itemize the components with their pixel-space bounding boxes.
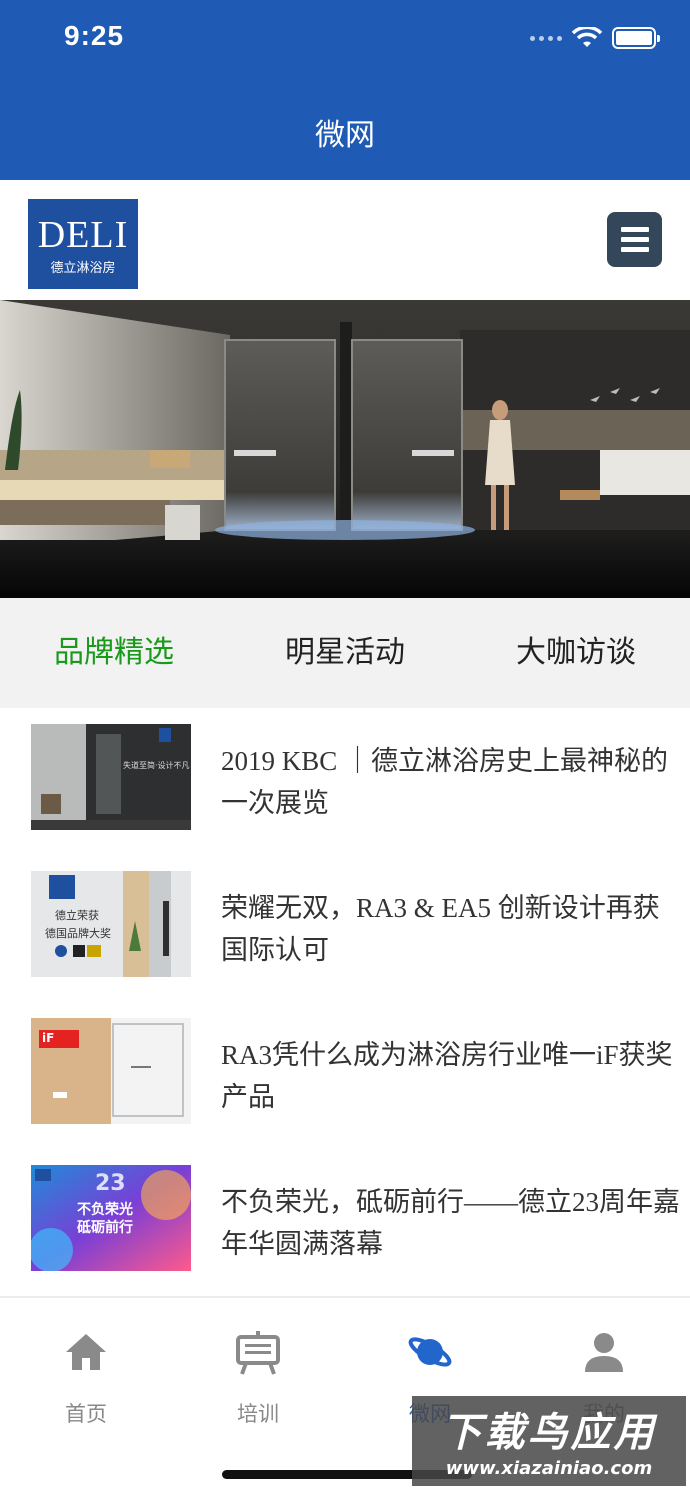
hero-banner[interactable] <box>0 300 690 598</box>
nav-title: 微网 <box>315 118 375 153</box>
thumbnail-text-1: 不负荣光 <box>77 1202 133 1218</box>
article-thumbnail: 德立荣获 德国品牌大奖 <box>31 871 191 977</box>
if-badge: iF <box>42 1031 55 1045</box>
thumbnail-text-1: 德立荣获 <box>55 909 99 922</box>
thumbnail-text-2: 德国品牌大奖 <box>45 927 111 940</box>
article-thumbnail: 23 不负荣光 砥砺前行 <box>31 1165 191 1271</box>
tab-brand-selection[interactable]: 品牌精选 <box>54 598 174 708</box>
tab-training-label: 培训 <box>237 1402 279 1426</box>
thumbnail-text-2: 砥砺前行 <box>77 1220 133 1236</box>
tab-training[interactable]: 培训 <box>198 1328 318 1428</box>
wifi-icon <box>572 27 602 47</box>
easel-icon <box>236 1331 280 1375</box>
person-icon <box>585 1333 623 1372</box>
tab-home[interactable]: 首页 <box>26 1328 146 1428</box>
logo-word: DELI <box>37 214 129 256</box>
status-bar: 9:25 <box>0 0 690 80</box>
article-title: 荣耀无双，RA3 & EA5 创新设计再获国际认可 <box>221 893 660 965</box>
status-time: 9:25 <box>64 20 125 51</box>
list-item[interactable]: 23 不负荣光 砥砺前行 不负荣光，砥砺前行——德立23周年嘉年华圆满落幕 <box>0 1149 690 1296</box>
status-icons <box>530 26 660 50</box>
hero-image <box>0 300 690 598</box>
article-title: RA3凭什么成为淋浴房行业唯一iF获奖产品 <box>221 1040 673 1112</box>
article-title: 不负荣光，砥砺前行——德立23周年嘉年华圆满落幕 <box>221 1187 680 1259</box>
tab-home-label: 首页 <box>65 1402 107 1426</box>
menu-icon <box>620 227 649 232</box>
article-thumbnail: iF <box>31 1018 191 1124</box>
planet-icon <box>408 1337 452 1367</box>
watermark-title: 下载鸟应用 <box>441 1410 657 1456</box>
tab-star-events[interactable]: 明星活动 <box>285 598 405 708</box>
watermark-url: www.xiazainiao.com <box>445 1458 653 1479</box>
article-thumbnail: 失道至简·设计不凡 <box>31 724 191 830</box>
deli-logo[interactable]: DELI 德立淋浴房 <box>28 199 138 289</box>
home-icon <box>66 1334 106 1370</box>
signal-dots-icon <box>530 35 562 41</box>
article-title: 2019 KBC ｜德立淋浴房史上最神秘的一次展览 <box>221 746 669 818</box>
list-item[interactable]: iF RA3凭什么成为淋浴房行业唯一iF获奖产品 <box>0 1002 690 1149</box>
battery-icon <box>612 27 660 49</box>
tab-expert-interviews[interactable]: 大咖访谈 <box>516 598 636 708</box>
logo-subtitle: 德立淋浴房 <box>50 261 116 276</box>
thumbnail-caption: 失道至简·设计不凡 <box>123 761 190 770</box>
category-tabs: 品牌精选 明星活动 大咖访谈 <box>0 598 690 708</box>
menu-button[interactable] <box>607 212 662 267</box>
list-item[interactable]: 失道至简·设计不凡 2019 KBC ｜德立淋浴房史上最神秘的一次展览 <box>0 708 690 855</box>
watermark: 下载鸟应用 www.xiazainiao.com <box>412 1396 686 1486</box>
nav-bar: 微网 <box>0 80 690 180</box>
site-header: DELI 德立淋浴房 <box>0 180 690 300</box>
list-item[interactable]: 德立荣获 德国品牌大奖 荣耀无双，RA3 & EA5 创新设计再获国际认可 <box>0 855 690 1002</box>
thumbnail-number: 23 <box>95 1171 126 1196</box>
